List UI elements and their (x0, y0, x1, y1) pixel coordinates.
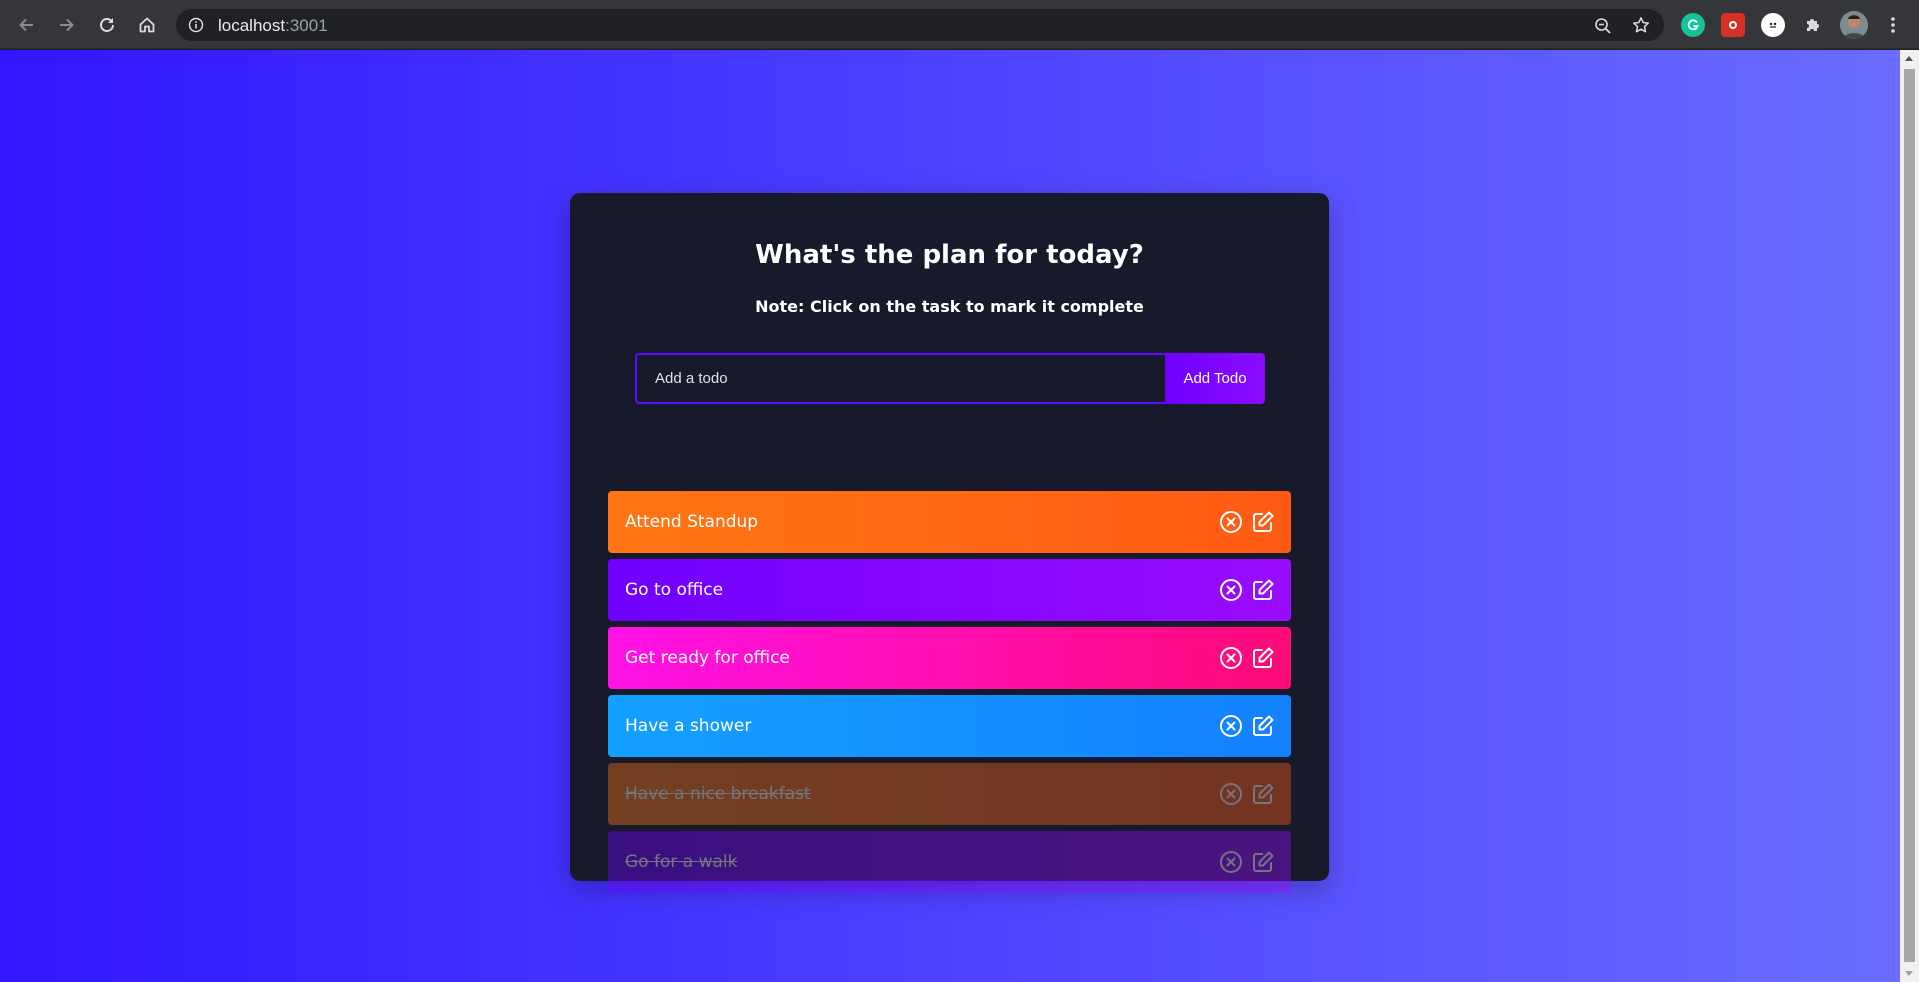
zoom-icon[interactable] (1594, 17, 1612, 35)
page-title: What's the plan for today? (755, 240, 1144, 270)
todo-actions (1219, 782, 1275, 806)
back-arrow-icon[interactable] (10, 9, 42, 41)
todo-input[interactable] (635, 353, 1165, 404)
scroll-up-arrow[interactable] (1905, 56, 1913, 61)
todo-text: Get ready for office (625, 648, 790, 668)
edit-pencil-icon[interactable] (1251, 646, 1275, 670)
edit-pencil-icon[interactable] (1251, 510, 1275, 534)
url-host: localhost (218, 16, 286, 35)
todo-actions (1219, 714, 1275, 738)
delete-circle-x-icon[interactable] (1219, 714, 1243, 738)
extension-icon-face[interactable] (1761, 13, 1785, 37)
delete-circle-x-icon[interactable] (1219, 850, 1243, 874)
scrollbar-thumb[interactable] (1904, 69, 1915, 962)
info-icon[interactable] (188, 17, 204, 33)
add-todo-button[interactable]: Add Todo (1165, 353, 1265, 404)
grammarly-extension-icon[interactable] (1681, 13, 1705, 37)
delete-circle-x-icon[interactable] (1219, 782, 1243, 806)
page-viewport: What's the plan for today? Note: Click o… (0, 50, 1900, 982)
edit-pencil-icon[interactable] (1251, 578, 1275, 602)
browser-toolbar: localhost:3001 (0, 0, 1919, 49)
vertical-scrollbar[interactable] (1900, 50, 1919, 982)
scroll-down-arrow[interactable] (1905, 971, 1913, 976)
delete-circle-x-icon[interactable] (1219, 578, 1243, 602)
todo-list: Attend Standup Go to office Get ready for … (608, 491, 1291, 899)
todo-row[interactable]: Go to office (608, 559, 1291, 621)
puzzle-extensions-icon[interactable] (1801, 13, 1825, 37)
todo-text: Attend Standup (625, 512, 759, 532)
home-icon[interactable] (131, 9, 163, 41)
todo-app-card: What's the plan for today? Note: Click o… (570, 193, 1329, 893)
forward-arrow-icon[interactable] (51, 9, 83, 41)
more-vert-icon[interactable] (1881, 13, 1905, 37)
edit-pencil-icon[interactable] (1251, 782, 1275, 806)
todo-row[interactable]: Have a shower (608, 695, 1291, 757)
instruction-note: Note: Click on the task to mark it compl… (755, 297, 1144, 316)
todo-actions (1219, 646, 1275, 670)
todo-text: Go for a walk (625, 852, 738, 872)
delete-circle-x-icon[interactable] (1219, 510, 1243, 534)
profile-avatar[interactable] (1840, 11, 1868, 39)
delete-circle-x-icon[interactable] (1219, 646, 1243, 670)
todo-actions (1219, 578, 1275, 602)
todo-row[interactable]: Get ready for office (608, 627, 1291, 689)
todo-actions (1219, 850, 1275, 874)
reload-icon[interactable] (91, 9, 123, 41)
url-port: :3001 (285, 16, 328, 35)
address-bar[interactable]: localhost:3001 (176, 9, 1664, 41)
todo-actions (1219, 510, 1275, 534)
todo-form: Add Todo (635, 353, 1265, 404)
extension-icon-red[interactable] (1721, 13, 1745, 37)
todo-row[interactable]: Have a nice breakfast (608, 763, 1291, 825)
edit-pencil-icon[interactable] (1251, 714, 1275, 738)
url-text[interactable]: localhost:3001 (218, 16, 328, 36)
todo-text: Have a nice breakfast (625, 784, 811, 804)
star-icon[interactable] (1632, 16, 1650, 34)
todo-text: Go to office (625, 580, 724, 600)
todo-row[interactable]: Go for a walk (608, 831, 1291, 893)
edit-pencil-icon[interactable] (1251, 850, 1275, 874)
todo-row[interactable]: Attend Standup (608, 491, 1291, 553)
todo-text: Have a shower (625, 716, 752, 736)
